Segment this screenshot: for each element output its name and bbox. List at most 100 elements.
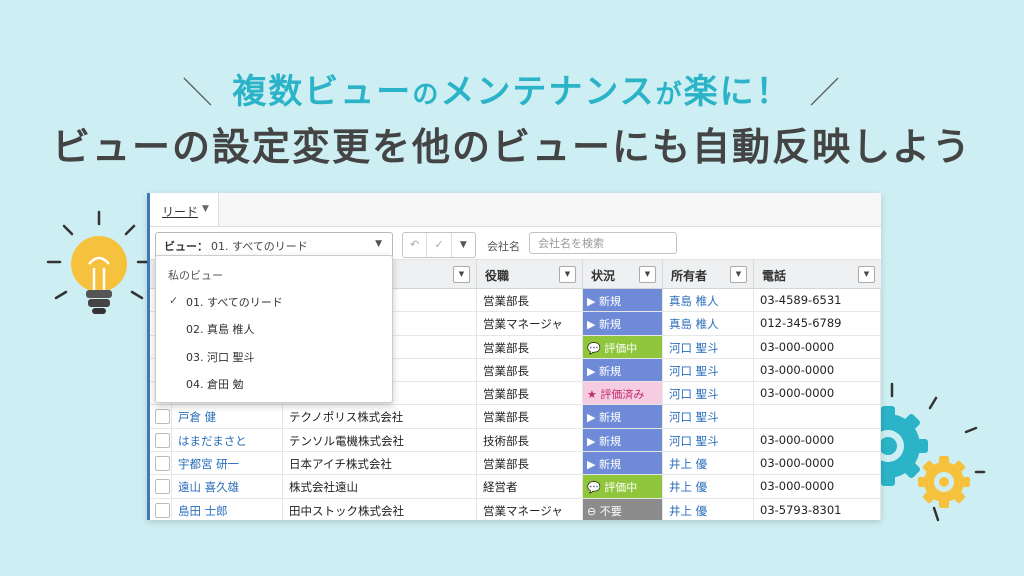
cell-status: ▶ 新規 bbox=[583, 312, 663, 335]
col-header-title: 役職 ▼ bbox=[477, 260, 583, 288]
cell-title: 営業マネージャ bbox=[477, 498, 583, 520]
cell-owner-text[interactable]: 井上 優 bbox=[669, 456, 707, 472]
headline-line2: ビューの設定変更を他のビューにも自動反映しよう bbox=[51, 125, 972, 169]
cell-name: はまだまさと bbox=[172, 428, 283, 452]
cell-name: 島田 士郎 bbox=[172, 498, 283, 520]
cell-status-text: ▶ 新規 bbox=[587, 458, 621, 472]
table-row[interactable]: 宇都宮 研一 日本アイチ株式会社 営業部長 ▶ 新規 井上 優 03-000-0000 bbox=[150, 452, 881, 476]
cell-title-text: 営業部長 bbox=[483, 410, 529, 425]
cell-owner-text[interactable]: 真島 椎人 bbox=[669, 293, 719, 309]
headline-part-e: 楽に！ bbox=[683, 72, 792, 112]
headline-line1: ＼ 複数ビューのメンテナンスが楽に！ ／ bbox=[0, 64, 1024, 113]
cell-status: ▶ 新規 bbox=[583, 358, 663, 382]
cell-phone: 03-4589-6531 bbox=[754, 289, 881, 312]
cell-title-text: 営業部長 bbox=[483, 294, 529, 308]
cell-status: ▶ 新規 bbox=[583, 405, 663, 428]
confirm-icon[interactable]: ✓ bbox=[427, 233, 452, 257]
cell-phone: 03-000-0000 bbox=[754, 452, 881, 475]
chevron-down-icon[interactable]: ▼ bbox=[453, 266, 470, 283]
row-checkbox[interactable] bbox=[155, 456, 170, 472]
undo-icon[interactable]: ↶ bbox=[403, 233, 428, 257]
cell-owner-text[interactable]: 井上 優 bbox=[669, 503, 707, 519]
chevron-down-icon[interactable]: ▼ bbox=[730, 266, 747, 283]
cell-phone-text: 03-000-0000 bbox=[760, 362, 835, 377]
row-checkbox[interactable] bbox=[155, 432, 170, 448]
cell-name-text[interactable]: 戸倉 健 bbox=[178, 409, 216, 425]
cell-name-text[interactable]: 遠山 喜久雄 bbox=[178, 479, 239, 495]
cell-owner-text[interactable]: 真島 椎人 bbox=[669, 316, 719, 332]
company-search-label: 会社名 bbox=[487, 240, 520, 253]
cell-phone: 03-000-0000 bbox=[754, 382, 881, 405]
cell-title-text: 技術部長 bbox=[483, 433, 529, 448]
chevron-down-icon[interactable]: ▼ bbox=[858, 266, 875, 283]
cell-title: 営業部長 bbox=[477, 382, 583, 405]
app-window: リード ▼ ビュー： 01. すべてのリード ▼ ↶ ✓ ▼ 会社名 ▼ 役職 … bbox=[147, 193, 881, 520]
chevron-down-icon[interactable]: ▼ bbox=[202, 204, 209, 214]
cell-owner: 河口 聖斗 bbox=[663, 405, 754, 428]
headline-part-c: メンテナンス bbox=[440, 72, 656, 112]
table-row[interactable]: 島田 士郎 田中ストック株式会社 営業マネージャ ⊖ 不要 井上 優 03-5793-83… bbox=[150, 498, 881, 520]
cell-name: 宇都宮 研一 bbox=[172, 452, 283, 475]
chevron-down-icon[interactable]: ▼ bbox=[639, 266, 656, 283]
cell-company: テクノポリス株式会社 bbox=[283, 405, 477, 428]
company-search-input[interactable] bbox=[529, 232, 677, 254]
cell-owner-text[interactable]: 河口 聖斗 bbox=[669, 433, 719, 449]
menu-item-all-leads[interactable]: 01. すべてのリード bbox=[186, 294, 283, 310]
cell-status: 💬 評価中 bbox=[583, 475, 663, 498]
headline-part-b: の bbox=[412, 80, 441, 110]
headline-part-d: が bbox=[655, 80, 684, 110]
cell-title: 営業部長 bbox=[477, 289, 583, 312]
cell-company: テンソル電機株式会社 bbox=[283, 428, 477, 452]
cell-company-text: 日本アイチ株式会社 bbox=[289, 457, 392, 472]
cell-phone-text: 03-4589-6531 bbox=[760, 293, 842, 307]
cell-name-text[interactable]: はまだまさと bbox=[178, 433, 247, 449]
cell-status-text: ▶ 新規 bbox=[587, 295, 621, 308]
table-row[interactable]: はまだまさと テンソル電機株式会社 技術部長 ▶ 新規 河口 聖斗 03-000-0000 bbox=[150, 428, 881, 453]
tab-leads-label: リード bbox=[162, 205, 199, 219]
row-checkbox-cell bbox=[150, 428, 172, 452]
cell-status-text: ⊖ 不要 bbox=[587, 504, 622, 518]
cell-status: ▶ 新規 bbox=[583, 428, 663, 452]
more-options-icon[interactable]: ▼ bbox=[452, 233, 475, 257]
menu-item-majima[interactable]: 02. 真島 椎人 bbox=[186, 321, 255, 337]
view-dropdown-menu: 私のビュー ✓ 01. すべてのリード 02. 真島 椎人 03. 河口 聖斗 … bbox=[155, 255, 393, 403]
cell-title-text: 営業マネージャ bbox=[483, 503, 563, 518]
menu-item-kurata[interactable]: 04. 倉田 勉 bbox=[186, 376, 244, 392]
cell-owner: 河口 聖斗 bbox=[663, 335, 754, 358]
cell-phone-text: 03-000-0000 bbox=[760, 479, 835, 494]
tab-leads[interactable]: リード ▼ bbox=[150, 193, 219, 226]
cell-phone-text: 03-000-0000 bbox=[760, 339, 835, 354]
slash-right: ／ bbox=[809, 76, 842, 111]
cell-owner: 河口 聖斗 bbox=[663, 428, 754, 452]
menu-item-kawaguchi[interactable]: 03. 河口 聖斗 bbox=[186, 349, 255, 365]
cell-phone: 03-000-0000 bbox=[754, 475, 881, 498]
cell-owner: 真島 椎人 bbox=[663, 289, 754, 312]
row-checkbox[interactable] bbox=[155, 409, 170, 425]
cell-status-text: 💬 評価中 bbox=[587, 341, 638, 355]
lightbulb-icon bbox=[46, 210, 152, 314]
cell-status: 💬 評価中 bbox=[583, 335, 663, 358]
cell-title-text: 営業部長 bbox=[483, 457, 529, 472]
cell-owner-text[interactable]: 井上 優 bbox=[669, 479, 707, 495]
chevron-down-icon[interactable]: ▼ bbox=[559, 266, 576, 283]
cell-name-text[interactable]: 島田 士郎 bbox=[178, 503, 228, 519]
cell-owner: 真島 椎人 bbox=[663, 312, 754, 335]
cell-name-text[interactable]: 宇都宮 研一 bbox=[178, 456, 239, 472]
row-checkbox[interactable] bbox=[155, 479, 170, 495]
cell-status: ▶ 新規 bbox=[583, 289, 663, 312]
cell-status-text: ▶ 新規 bbox=[587, 411, 621, 425]
cell-title: 経営者 bbox=[477, 475, 583, 498]
cell-title: 営業部長 bbox=[477, 452, 583, 475]
row-checkbox[interactable] bbox=[155, 502, 170, 518]
cell-owner-text[interactable]: 河口 聖斗 bbox=[669, 409, 719, 425]
view-selector-key: ビュー： bbox=[164, 240, 208, 253]
cell-owner-text[interactable]: 河口 聖斗 bbox=[669, 340, 719, 356]
cell-title-text: 営業マネージャ bbox=[483, 317, 563, 332]
cell-owner-text[interactable]: 河口 聖斗 bbox=[669, 386, 719, 402]
cell-owner: 井上 優 bbox=[663, 452, 754, 475]
col-header-phone: 電話 ▼ bbox=[754, 260, 881, 288]
table-row[interactable]: 戸倉 健 テクノポリス株式会社 営業部長 ▶ 新規 河口 聖斗 bbox=[150, 405, 881, 429]
cell-owner-text[interactable]: 河口 聖斗 bbox=[669, 363, 719, 379]
table-row[interactable]: 遠山 喜久雄 株式会社遠山 経営者 💬 評価中 井上 優 03-000-0000 bbox=[150, 475, 881, 499]
cell-phone: 03-000-0000 bbox=[754, 358, 881, 382]
